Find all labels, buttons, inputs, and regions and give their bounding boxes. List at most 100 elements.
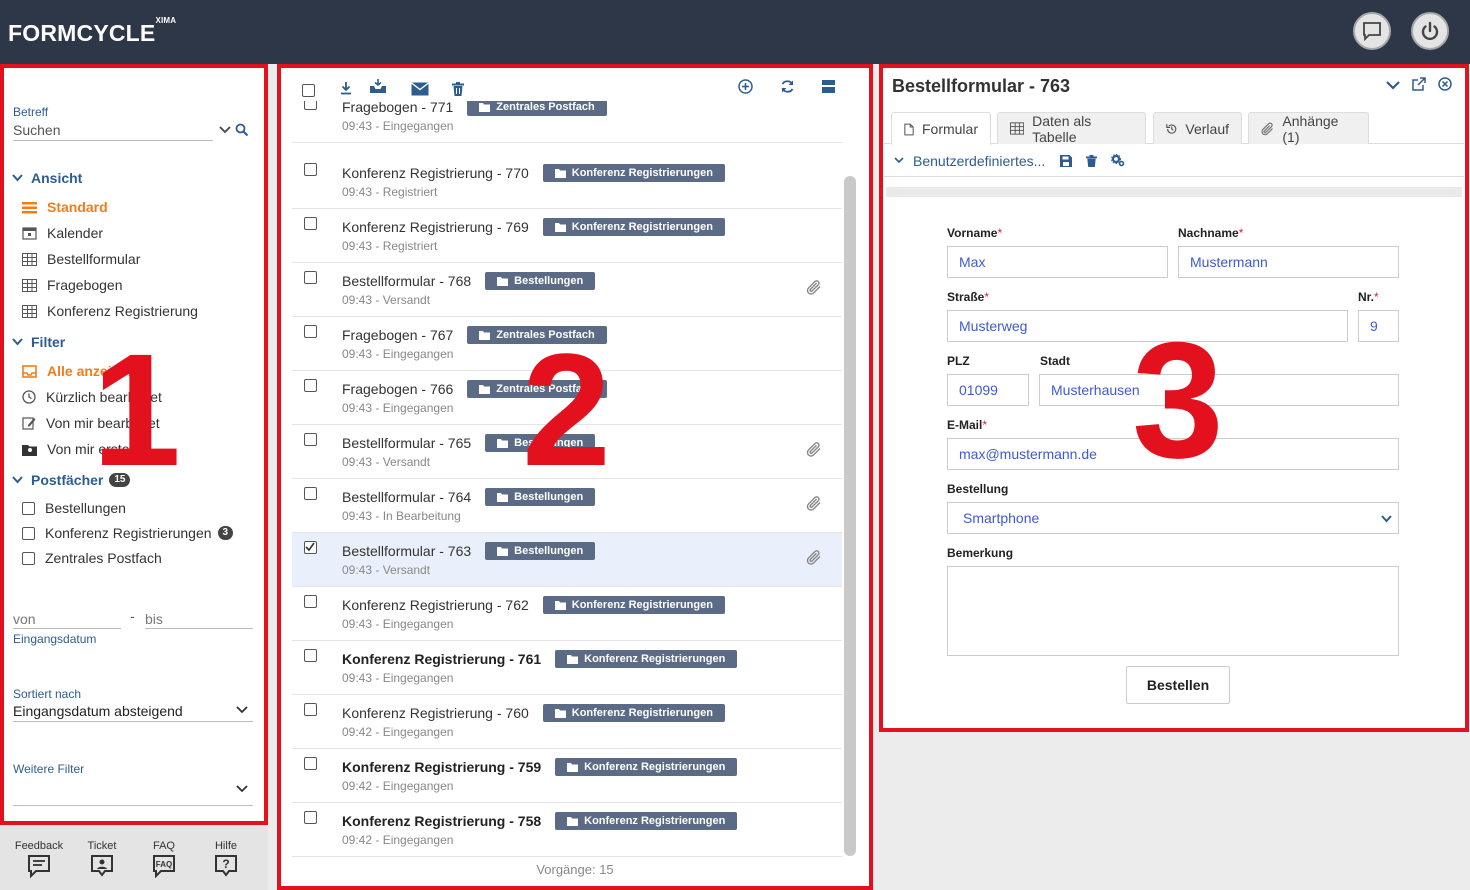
document-icon (904, 123, 914, 135)
row-checkbox[interactable] (304, 811, 317, 824)
list-item[interactable]: Konferenz Registrierung - 770 09:43 - Reg… (292, 155, 842, 209)
trash-icon[interactable] (1086, 154, 1098, 167)
bemerkung-textarea[interactable] (947, 566, 1399, 656)
bestellen-button[interactable]: Bestellen (1126, 666, 1230, 704)
list-item[interactable]: Konferenz Registrierung - 762 09:43 - Ein… (292, 587, 842, 641)
row-title: Fragebogen - 771 (342, 101, 454, 115)
close-icon[interactable] (1438, 77, 1452, 91)
mailbox-tag-label: Konferenz Registrierungen (571, 599, 713, 611)
row-checkbox[interactable] (304, 541, 317, 554)
refresh-icon[interactable] (780, 79, 795, 94)
row-checkbox[interactable] (304, 379, 317, 392)
row-checkbox[interactable] (304, 703, 317, 716)
row-checkbox[interactable] (304, 271, 317, 284)
row-checkbox[interactable] (304, 487, 317, 500)
layout-toggle-icon[interactable] (822, 80, 835, 93)
user-folder-icon (22, 444, 37, 456)
faq-button[interactable]: FAQ FAQ (139, 840, 189, 881)
vorname-input[interactable]: Max (947, 246, 1168, 278)
chevron-down-icon[interactable] (236, 784, 248, 793)
app-logo[interactable]: FORMCYCLEXIMA (8, 16, 176, 47)
mailbox-tag[interactable]: Konferenz Registrierungen (555, 650, 738, 668)
view-item-fragebogen[interactable]: Fragebogen (22, 277, 123, 293)
mailbox-tag[interactable]: Konferenz Registrierungen (542, 704, 725, 722)
settings-icon[interactable] (1111, 154, 1125, 167)
open-external-icon[interactable] (1412, 77, 1426, 91)
sort-select[interactable]: Eingangsdatum absteigend (13, 703, 183, 719)
tab-daten-als-tabelle[interactable]: Daten als Tabelle (997, 112, 1146, 145)
list-item[interactable]: Konferenz Registrierung - 759 09:42 - Ein… (292, 749, 842, 803)
plz-input[interactable]: 01099 (947, 374, 1029, 406)
chevron-down-icon[interactable] (894, 157, 904, 164)
select-all-checkbox[interactable] (302, 84, 315, 100)
mailbox-item-zentrales[interactable]: Zentrales Postfach (22, 550, 162, 566)
row-checkbox[interactable] (304, 649, 317, 662)
chevron-down-icon[interactable] (236, 705, 248, 714)
trash-icon[interactable] (452, 82, 464, 96)
row-checkbox[interactable] (304, 217, 317, 230)
chevron-down-icon[interactable] (1386, 80, 1400, 90)
row-checkbox[interactable] (304, 101, 317, 110)
add-circle-icon[interactable] (738, 79, 753, 94)
checkbox[interactable] (22, 501, 35, 515)
row-title: Konferenz Registrierung - 759 (342, 759, 542, 775)
nr-input[interactable]: 9 (1358, 310, 1399, 342)
list-item[interactable]: Fragebogen - 771 09:43 - Eingegangen Zentr… (292, 101, 842, 143)
help-button[interactable]: Hilfe ? (201, 840, 251, 881)
view-item-konferenz[interactable]: Konferenz Registrierung (22, 303, 198, 319)
checkbox[interactable] (22, 551, 35, 565)
mailbox-item-konferenz[interactable]: Konferenz Registrierungen 3 (22, 525, 234, 541)
move-to-inbox-icon[interactable] (369, 78, 387, 94)
search-input[interactable]: Suchen (13, 122, 60, 138)
section-filter[interactable]: Filter (12, 334, 65, 350)
feedback-button[interactable]: Feedback (14, 840, 64, 881)
paperclip-icon (806, 280, 821, 295)
list-item[interactable]: Konferenz Registrierung - 758 09:42 - Ein… (292, 803, 842, 857)
download-icon[interactable] (339, 81, 353, 95)
mailbox-tag[interactable]: Bestellungen (485, 272, 596, 290)
row-checkbox[interactable] (304, 433, 317, 446)
bestellung-select[interactable]: Smartphone (947, 502, 1399, 534)
tab-anhaenge[interactable]: Anhänge (1) (1248, 112, 1369, 145)
mail-icon[interactable] (411, 82, 429, 96)
view-item-bestellformular[interactable]: Bestellformular (22, 251, 140, 267)
search-icon[interactable] (235, 123, 249, 137)
checkbox[interactable] (22, 526, 35, 540)
list-item[interactable]: Konferenz Registrierung - 760 09:42 - Ein… (292, 695, 842, 749)
table-icon (1010, 122, 1025, 135)
list-item[interactable]: Konferenz Registrierung - 761 09:43 - Ein… (292, 641, 842, 695)
save-icon[interactable] (1060, 154, 1073, 167)
view-item-standard[interactable]: Standard (22, 199, 108, 215)
section-ansicht[interactable]: Ansicht (12, 170, 82, 186)
row-checkbox[interactable] (304, 163, 317, 176)
view-item-kalender[interactable]: Kalender (22, 225, 103, 241)
logout-button[interactable] (1411, 12, 1449, 50)
row-checkbox[interactable] (304, 595, 317, 608)
tab-formular[interactable]: Formular (891, 112, 991, 145)
mailbox-tag[interactable]: Bestellungen (485, 542, 596, 560)
mailbox-tag[interactable]: Konferenz Registrierungen (542, 596, 725, 614)
mailbox-item-bestellungen[interactable]: Bestellungen (22, 500, 126, 516)
mailbox-tag[interactable]: Konferenz Registrierungen (542, 218, 725, 236)
chevron-down-icon (12, 174, 23, 182)
list-scrollbar[interactable] (844, 176, 856, 856)
chevron-down-icon[interactable] (219, 125, 231, 135)
nachname-input[interactable]: Mustermann (1178, 246, 1399, 278)
date-to-input[interactable]: bis (145, 611, 163, 627)
mailbox-tag[interactable]: Konferenz Registrierungen (542, 164, 725, 182)
checkbox[interactable] (302, 84, 315, 97)
ticket-button[interactable]: Ticket (77, 840, 127, 881)
mailbox-tag[interactable]: Konferenz Registrierungen (555, 812, 738, 830)
list-item[interactable]: Konferenz Registrierung - 769 09:43 - Reg… (292, 209, 842, 263)
chat-button[interactable] (1353, 12, 1391, 50)
list-item[interactable]: Bestellformular - 763 09:43 - Versandt Bes… (292, 533, 842, 587)
row-status: 09:43 - Registriert (342, 239, 438, 253)
row-checkbox[interactable] (304, 757, 317, 770)
list-item[interactable]: Bestellformular - 768 09:43 - Versandt Bes… (292, 263, 842, 317)
mailbox-tag[interactable]: Konferenz Registrierungen (555, 758, 738, 776)
view-select[interactable]: Benutzerdefiniertes... (913, 153, 1045, 169)
mailbox-tag[interactable]: Zentrales Postfach (467, 101, 607, 116)
tab-verlauf[interactable]: Verlauf (1153, 112, 1242, 144)
row-checkbox[interactable] (304, 325, 317, 338)
date-from-input[interactable]: von (13, 611, 36, 627)
